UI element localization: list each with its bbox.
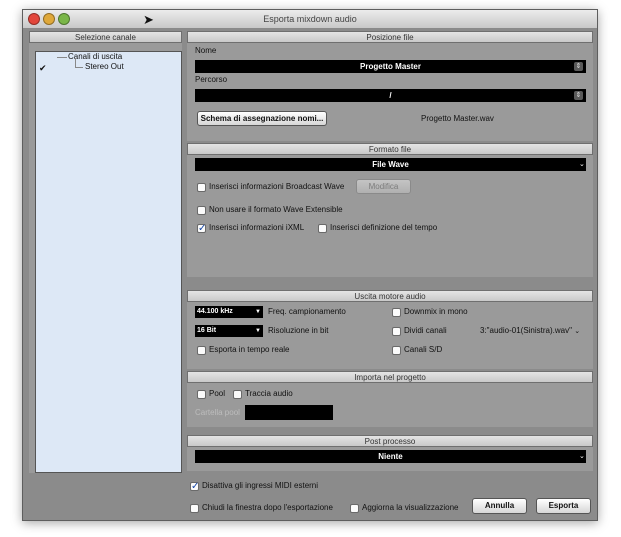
sample-rate-dropdown[interactable]: 44.100 kHz ▼ [195, 306, 263, 318]
zoom-window-button[interactable] [58, 13, 70, 25]
chevron-down-icon: ▼ [255, 309, 261, 315]
title-bar[interactable]: Esporta mixdown audio [23, 10, 597, 29]
close-window-button[interactable] [28, 13, 40, 25]
window-title: Esporta mixdown audio [263, 14, 357, 24]
audio-track-checkbox[interactable] [233, 390, 242, 399]
broadcast-wave-label: Inserisci informazioni Broadcast Wave [209, 182, 345, 191]
pool-checkbox[interactable] [197, 390, 206, 399]
bit-depth-value: 16 Bit [197, 327, 217, 334]
chevron-down-icon: ⌄ [579, 161, 585, 168]
minimize-window-button[interactable] [43, 13, 55, 25]
chevron-down-icon: ⌄ [574, 328, 581, 335]
bit-depth-label: Risoluzione in bit [268, 326, 329, 335]
naming-scheme-button[interactable]: Schema di assegnazione nomi... [197, 111, 327, 126]
import-project-header: Importa nel progetto [187, 371, 593, 383]
file-location-header: Posizione file [187, 31, 593, 43]
pool-folder-field[interactable] [245, 405, 333, 420]
tree-item-output-channels[interactable]: Canali di uscita [68, 52, 122, 62]
sample-rate-label: Freq. campionamento [268, 307, 346, 316]
ixml-label: Inserisci informazioni iXML [209, 223, 305, 232]
ixml-checkbox[interactable]: ✓ [197, 224, 206, 234]
post-process-header: Post processo [187, 435, 593, 447]
update-display-label: Aggiorna la visualizzazione [362, 503, 459, 512]
path-history-icon[interactable]: ⇕ [574, 91, 583, 100]
split-filename-value: 3:"audio-01(Sinistra).wav" [480, 326, 572, 335]
edit-broadcast-button[interactable]: Modifica [356, 179, 411, 194]
split-channels-label: Dividi canali [404, 326, 447, 335]
split-channels-checkbox[interactable] [392, 327, 401, 336]
tempo-definition-label: Inserisci definizione del tempo [330, 223, 438, 232]
name-label: Nome [195, 46, 217, 55]
name-field[interactable]: Progetto Master [195, 60, 586, 73]
path-label: Percorso [195, 75, 228, 84]
tempo-definition-checkbox[interactable] [318, 224, 327, 233]
lr-channels-checkbox[interactable] [392, 346, 401, 355]
downmix-mono-checkbox[interactable] [392, 308, 401, 317]
file-format-header: Formato file [187, 143, 593, 155]
path-field[interactable]: / [195, 89, 586, 102]
export-button[interactable]: Esporta [536, 498, 591, 514]
file-format-dropdown[interactable]: File Wave [195, 158, 586, 171]
file-format-value: File Wave [372, 160, 409, 169]
cancel-button[interactable]: Annulla [472, 498, 527, 514]
audio-engine-output-header: Uscita motore audio [187, 290, 593, 302]
pool-folder-label: Cartella pool [195, 408, 240, 417]
pool-label: Pool [209, 389, 226, 398]
tree-line [75, 67, 83, 68]
realtime-export-checkbox[interactable] [197, 346, 206, 355]
bit-depth-dropdown[interactable]: 16 Bit ▼ [195, 325, 263, 337]
channel-tree[interactable] [35, 51, 182, 473]
close-after-export-label: Chiudi la finestra dopo l'esportazione [202, 503, 333, 512]
update-display-checkbox[interactable] [350, 504, 359, 513]
name-history-icon[interactable]: ⇕ [574, 62, 583, 71]
post-process-value: Niente [378, 452, 403, 461]
mouse-cursor-icon: ➤ [143, 12, 154, 27]
realtime-export-label: Esporta in tempo reale [209, 345, 290, 354]
tree-line [57, 57, 67, 58]
stereo-out-checkbox[interactable]: ✔ [39, 63, 47, 74]
filename-preview: Progetto Master.wav [421, 114, 494, 123]
close-after-export-checkbox[interactable] [190, 504, 199, 513]
audio-track-label: Traccia audio [245, 389, 293, 398]
lr-channels-label: Canali S/D [404, 345, 443, 354]
tree-item-stereo-out[interactable]: Stereo Out [85, 62, 124, 72]
channel-selection-header: Selezione canale [29, 31, 182, 43]
export-dialog-window: Esporta mixdown audio ➤ Selezione canale… [22, 9, 598, 521]
no-wave-extensible-checkbox[interactable] [197, 206, 206, 215]
chevron-down-icon: ⌄ [579, 453, 585, 460]
disable-midi-inputs-label: Disattiva gli ingressi MIDI esterni [202, 481, 319, 490]
broadcast-wave-checkbox[interactable] [197, 183, 206, 192]
downmix-mono-label: Downmix in mono [404, 307, 468, 316]
sample-rate-value: 44.100 kHz [197, 308, 233, 315]
disable-midi-inputs-checkbox[interactable]: ✓ [190, 482, 199, 492]
no-wave-extensible-label: Non usare il formato Wave Extensible [209, 205, 343, 214]
chevron-down-icon: ▼ [255, 328, 261, 334]
split-filename-dropdown[interactable]: 3:"audio-01(Sinistra).wav" ⌄ [480, 326, 580, 337]
post-process-dropdown[interactable]: Niente [195, 450, 586, 463]
